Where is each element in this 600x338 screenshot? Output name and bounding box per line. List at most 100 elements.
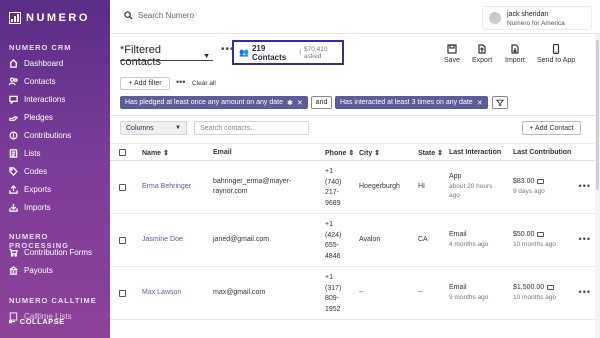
view-dropdown-underline <box>120 60 213 61</box>
last-contribution-amount: $1,500.00 <box>513 284 555 291</box>
file-export-icon <box>478 44 486 54</box>
users-icon <box>9 77 18 86</box>
sidebar-item-interactions[interactable]: Interactions <box>9 95 65 104</box>
sidebar: NUMERO NUMERO CRM Dashboard Contacts Int… <box>0 0 110 338</box>
collapse-label: COLLAPSE <box>19 317 65 326</box>
gear-icon[interactable]: ✱ <box>287 99 293 107</box>
export-icon <box>9 185 18 194</box>
row-checkbox[interactable] <box>119 237 126 244</box>
sidebar-item-contacts[interactable]: Contacts <box>9 77 56 86</box>
sidebar-item-label: Contacts <box>24 77 56 86</box>
column-header-state[interactable]: State ⇕ <box>418 149 443 157</box>
import-label: Import <box>505 57 525 64</box>
column-header-phone[interactable]: Phone ⇕ <box>325 149 354 157</box>
numero-logo[interactable]: NUMERO <box>9 12 90 24</box>
import-icon <box>9 203 18 212</box>
coins-icon <box>9 131 18 140</box>
filter-options-button[interactable] <box>492 96 508 109</box>
contact-name-link[interactable]: Erma Behringer <box>142 183 191 190</box>
export-button[interactable]: Export <box>472 44 492 64</box>
columns-dropdown[interactable]: Columns ▼ <box>120 121 187 135</box>
contact-search-input[interactable]: Search contacts... <box>194 121 309 135</box>
table-row[interactable] <box>110 320 600 338</box>
sidebar-item-label: Exports <box>24 185 52 194</box>
send-to-app-button[interactable]: Send to App <box>537 44 575 64</box>
contact-name-link[interactable]: Max Lawson <box>142 289 181 296</box>
contact-email: bahringer_erma@mayer- <box>213 178 292 185</box>
search-placeholder: Search Numero <box>138 11 195 20</box>
filter-chip-interacted[interactable]: Has interacted at least 3 times on any d… <box>335 96 488 109</box>
global-search-input[interactable]: Search Numero <box>124 11 194 20</box>
row-checkbox[interactable] <box>119 184 126 191</box>
contact-email-cont: raynor.com <box>213 188 248 195</box>
last-interaction-ago: 9 months ago <box>449 294 489 301</box>
sidebar-item-dashboard[interactable]: Dashboard <box>9 59 63 68</box>
table-row[interactable]: Max Lawson max@gmail.com +1 (317) 809- 1952… <box>110 267 600 320</box>
add-contact-button[interactable]: + Add Contact <box>522 121 581 135</box>
chevron-down-icon: ▼ <box>203 52 210 60</box>
row-more-button[interactable]: ••• <box>579 287 591 297</box>
contact-name-link[interactable]: Jasmine Doe <box>142 236 183 243</box>
filter-chip-pledged[interactable]: Has pledged at least once any amount on … <box>120 96 308 109</box>
collapse-button[interactable]: ⇤ COLLAPSE <box>9 317 65 326</box>
cart-icon <box>9 248 18 257</box>
last-interaction-type: App <box>449 173 462 180</box>
column-header-email: Email <box>213 149 232 156</box>
select-all-checkbox[interactable] <box>119 149 126 156</box>
sidebar-item-contribution-forms[interactable]: Contribution Forms <box>9 248 92 257</box>
save-button[interactable]: Save <box>444 44 460 64</box>
last-interaction-type: Email <box>449 231 467 238</box>
contact-email: janed@gmail.com <box>213 236 270 243</box>
home-icon <box>9 59 18 68</box>
table-row[interactable]: Jasmine Doe janed@gmail.com +1 (424) 655- 4… <box>110 214 600 267</box>
filter-and-operator[interactable]: and <box>311 96 332 109</box>
user-org: Numero for America <box>507 20 565 27</box>
sidebar-item-label: Codes <box>24 167 48 176</box>
sidebar-item-lists[interactable]: Lists <box>9 149 40 158</box>
sidebar-item-contributions[interactable]: Contributions <box>9 131 71 140</box>
table-row[interactable]: Erma Behringer bahringer_erma@mayer- ray… <box>110 161 600 214</box>
filter-more-button[interactable]: ••• <box>176 77 185 87</box>
contact-city: Hoegerburgh <box>359 183 400 190</box>
close-icon[interactable]: ✕ <box>477 99 483 107</box>
sidebar-item-label: Contributions <box>24 131 72 140</box>
column-header-city[interactable]: City ⇕ <box>359 149 380 157</box>
clear-all-button[interactable]: Clear all <box>192 80 216 87</box>
row-more-button[interactable]: ••• <box>579 181 591 191</box>
sidebar-item-pledges[interactable]: Pledges <box>9 113 53 122</box>
sidebar-item-label: Contribution Forms <box>24 248 93 257</box>
import-button[interactable]: Import <box>505 44 525 64</box>
last-contribution-amount: $83.00 <box>513 178 545 185</box>
sidebar-item-codes[interactable]: Codes <box>9 167 47 176</box>
last-contribution-ago: 10 months ago <box>513 294 557 301</box>
divider <box>110 115 600 116</box>
add-filter-button[interactable]: + Add filter <box>120 77 170 90</box>
sidebar-item-imports[interactable]: Imports <box>9 203 51 212</box>
send-to-app-label: Send to App <box>537 57 576 64</box>
row-checkbox[interactable] <box>119 290 126 297</box>
contact-state: -- <box>418 289 423 296</box>
brand-name: NUMERO <box>26 12 90 24</box>
export-label: Export <box>472 57 493 64</box>
sidebar-item-payouts[interactable]: Payouts <box>9 266 53 275</box>
sidebar-item-exports[interactable]: Exports <box>9 185 51 194</box>
numero-logo-icon <box>9 12 21 24</box>
last-interaction-ago-cont: ago <box>449 192 460 199</box>
close-icon[interactable]: ✕ <box>297 99 303 107</box>
contact-phone: +1 (317) 809- 1952 <box>325 274 342 313</box>
table-header: Name ⇕ Email Phone ⇕ City ⇕ State ⇕ Last… <box>110 143 600 161</box>
contact-phone: +1 (424) 655- 4846 <box>325 221 342 260</box>
sidebar-item-label: Payouts <box>24 266 53 275</box>
tag-icon <box>9 167 18 176</box>
user-menu[interactable]: jack sheridan Numero for America <box>482 6 592 30</box>
scrollbar-thumb[interactable] <box>596 40 599 190</box>
search-icon <box>124 11 133 20</box>
column-header-name[interactable]: Name ⇕ <box>142 149 169 157</box>
saved-view-dropdown[interactable]: *Filtered contacts ▼ <box>120 44 210 68</box>
column-header-last-interaction: Last Interaction <box>449 149 502 156</box>
contacts-count-summary: 👥 219 Contacts | $70,410 asked <box>232 40 344 65</box>
contact-state: CA <box>418 236 428 243</box>
card-icon <box>537 178 545 184</box>
row-more-button[interactable]: ••• <box>579 234 591 244</box>
chevron-down-icon: ▼ <box>175 125 181 131</box>
